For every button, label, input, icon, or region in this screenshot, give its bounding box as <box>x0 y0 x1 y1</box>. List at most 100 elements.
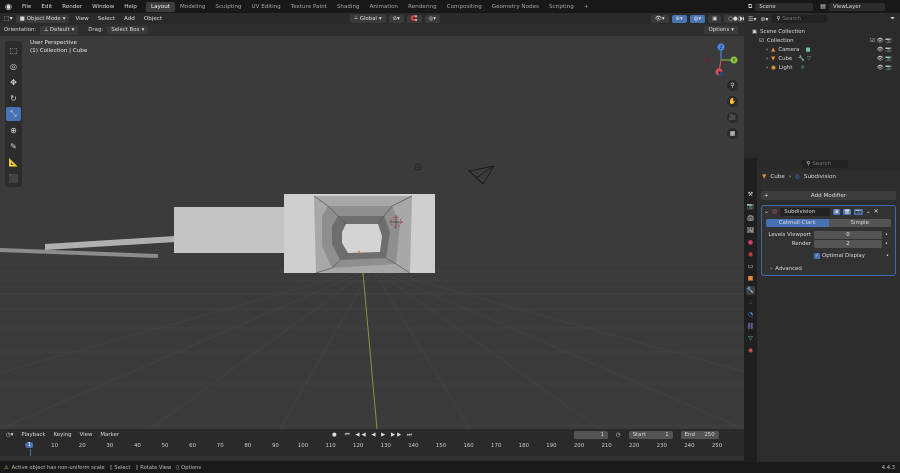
overlays-toggle[interactable]: ◍▾ <box>689 14 706 23</box>
snap-toggle[interactable]: 🧲 <box>406 14 422 23</box>
drag-selector[interactable]: Select Box ▾ <box>107 26 149 34</box>
zoom-icon[interactable]: ⚲ <box>727 80 738 91</box>
viewport-toggle-icon[interactable]: 🖥 <box>843 208 852 215</box>
light-object[interactable] <box>414 163 422 171</box>
simple-button[interactable]: Simple <box>828 219 891 227</box>
outliner-search-input[interactable]: ⚲ Search <box>772 15 828 23</box>
properties-search-input[interactable]: ⚲ Search <box>802 160 849 168</box>
visibility-icon[interactable]: 👁▾ <box>650 14 669 23</box>
rotate-tool-icon[interactable]: ↻ <box>6 91 21 105</box>
world-tab-icon[interactable]: ◉ <box>746 250 755 259</box>
cursor-tool-icon[interactable]: ◎ <box>6 59 21 73</box>
tab-uv-editing[interactable]: UV Editing <box>247 2 286 12</box>
keyframe-dot-icon[interactable]: • <box>885 232 888 238</box>
menu-view[interactable]: View <box>72 16 91 22</box>
transform-tool-icon[interactable]: ⊕ <box>6 123 21 137</box>
outliner-item-cube[interactable]: › ▼ Cube 🔧 ▽ 👁 📷 <box>752 54 900 63</box>
scene-selector[interactable]: Scene <box>755 2 814 11</box>
options-dropdown[interactable]: Options ▾ <box>704 26 738 34</box>
modifier-name-field[interactable]: Subdivision <box>780 207 831 216</box>
menu-add[interactable]: Add <box>121 16 138 22</box>
collapse-arrow-icon[interactable]: ⌄ <box>764 208 769 215</box>
scale-tool-icon[interactable]: ⤡ <box>6 107 21 121</box>
scene-tab-icon[interactable]: ● <box>746 238 755 247</box>
camera-object[interactable] <box>468 165 495 185</box>
collection-row[interactable]: ☑ Collection ☑ 👁 📷 <box>752 36 900 45</box>
keyframe-dot-icon[interactable]: • <box>885 241 888 247</box>
render-toggle-icon[interactable]: 📷 <box>854 208 863 215</box>
blender-logo-icon[interactable]: ◉ <box>0 2 17 11</box>
tab-compositing[interactable]: Compositing <box>442 2 487 12</box>
timeline-scrollbar[interactable] <box>0 456 744 460</box>
levels-viewport-field[interactable]: 0 <box>814 231 882 239</box>
render-levels-field[interactable]: 2 <box>814 240 882 248</box>
3d-viewport[interactable]: User Perspective (1) Collection | Cube Z… <box>0 36 744 429</box>
tab-sculpting[interactable]: Sculpting <box>210 2 246 12</box>
tool-tab-icon[interactable]: ⚒ <box>746 190 755 199</box>
menu-object[interactable]: Object <box>141 16 165 22</box>
mode-selector[interactable]: ■ Object Mode ▾ <box>15 14 70 23</box>
grid-perspective-icon[interactable]: ▦ <box>727 128 738 139</box>
editmode-toggle-icon[interactable]: ▣ <box>833 208 841 215</box>
tab-animation[interactable]: Animation <box>365 2 404 12</box>
playhead[interactable]: 1 <box>25 442 34 448</box>
navigation-gizmo[interactable]: Z Y X <box>704 42 738 82</box>
tab-modeling[interactable]: Modeling <box>175 2 210 12</box>
close-icon[interactable]: ✕ <box>874 208 879 215</box>
select-box-tool-icon[interactable]: ⬚ <box>6 43 21 57</box>
tab-rendering[interactable]: Rendering <box>403 2 442 12</box>
xray-toggle[interactable]: ▣ <box>708 14 722 23</box>
tab-shading[interactable]: Shading <box>332 2 365 12</box>
output-tab-icon[interactable]: 🖨 <box>746 214 755 223</box>
menu-window[interactable]: Window <box>87 4 119 10</box>
gizmo-toggle[interactable]: ⊕▾ <box>671 14 687 23</box>
material-tab-icon[interactable]: ◉ <box>746 346 755 355</box>
menu-edit[interactable]: Edit <box>36 4 57 10</box>
filter-icon[interactable]: ⊜▾ <box>760 16 768 23</box>
object-tab-icon[interactable]: ■ <box>746 274 755 283</box>
pivot-selector[interactable]: ⊘▾ <box>388 14 404 23</box>
render-tab-icon[interactable]: 📷 <box>746 202 755 211</box>
physics-tab-icon[interactable]: ◔ <box>746 310 755 319</box>
tab-layout[interactable]: Layout <box>145 1 175 12</box>
pan-hand-icon[interactable]: ✋ <box>727 96 738 107</box>
menu-file[interactable]: File <box>17 4 36 10</box>
add-workspace-button[interactable]: + <box>579 2 594 12</box>
tab-scripting[interactable]: Scripting <box>544 2 579 12</box>
keyframe-dot-icon[interactable]: • <box>886 253 889 259</box>
outliner-editor-icon[interactable]: ☰▾ <box>748 16 756 23</box>
cube-toggles[interactable]: 👁 📷 <box>877 56 892 62</box>
outliner-item-camera[interactable]: › ▲ Camera ■ 👁 📷 <box>752 45 900 54</box>
light-toggles[interactable]: 👁 📷 <box>877 65 892 71</box>
scene-collection-row[interactable]: ▣ Scene Collection <box>752 27 900 36</box>
catmull-clark-button[interactable]: Catmull-Clark <box>766 219 829 227</box>
collection-toggles[interactable]: ☑ 👁 📷 <box>870 38 892 44</box>
cube-left-part[interactable] <box>174 207 286 253</box>
particles-tab-icon[interactable]: ∴ <box>746 298 755 307</box>
tab-texture-paint[interactable]: Texture Paint <box>286 2 332 12</box>
funnel-icon[interactable]: ⏷ <box>890 15 895 23</box>
optimal-display-checkbox[interactable]: ✓ <box>814 253 820 259</box>
modifier-menu-icon[interactable]: ⌄ <box>866 208 871 215</box>
transform-orientation-selector[interactable]: ⟂ Global ▾ <box>350 14 386 23</box>
camera-toggles[interactable]: 👁 📷 <box>877 47 892 53</box>
menu-select[interactable]: Select <box>95 16 118 22</box>
proportional-edit-toggle[interactable]: ◎▾ <box>424 14 440 23</box>
measure-tool-icon[interactable]: 📐 <box>6 155 21 169</box>
constraints-tab-icon[interactable]: ⛓ <box>746 322 755 331</box>
view-layer-tab-icon[interactable]: 🖼 <box>746 226 755 235</box>
collection-tab-icon[interactable]: ▭ <box>746 262 755 271</box>
orientation-selector[interactable]: ⟂ Default ▾ <box>40 25 79 35</box>
menu-help[interactable]: Help <box>119 4 142 10</box>
add-modifier-button[interactable]: + Add Modifier <box>761 191 896 200</box>
outliner-item-light[interactable]: › ● Light ☼ 👁 📷 <box>752 63 900 72</box>
viewlayer-selector[interactable]: ViewLayer <box>828 2 885 11</box>
menu-render[interactable]: Render <box>57 4 87 10</box>
modifier-tab-icon[interactable]: 🔧 <box>746 286 755 295</box>
annotate-tool-icon[interactable]: ✎ <box>6 139 21 153</box>
camera-view-icon[interactable]: 🎥 <box>727 112 738 123</box>
tab-geometry-nodes[interactable]: Geometry Nodes <box>487 2 544 12</box>
move-tool-icon[interactable]: ✥ <box>6 75 21 89</box>
add-cube-tool-icon[interactable]: ⬛ <box>6 171 21 185</box>
data-tab-icon[interactable]: ▽ <box>746 334 755 343</box>
